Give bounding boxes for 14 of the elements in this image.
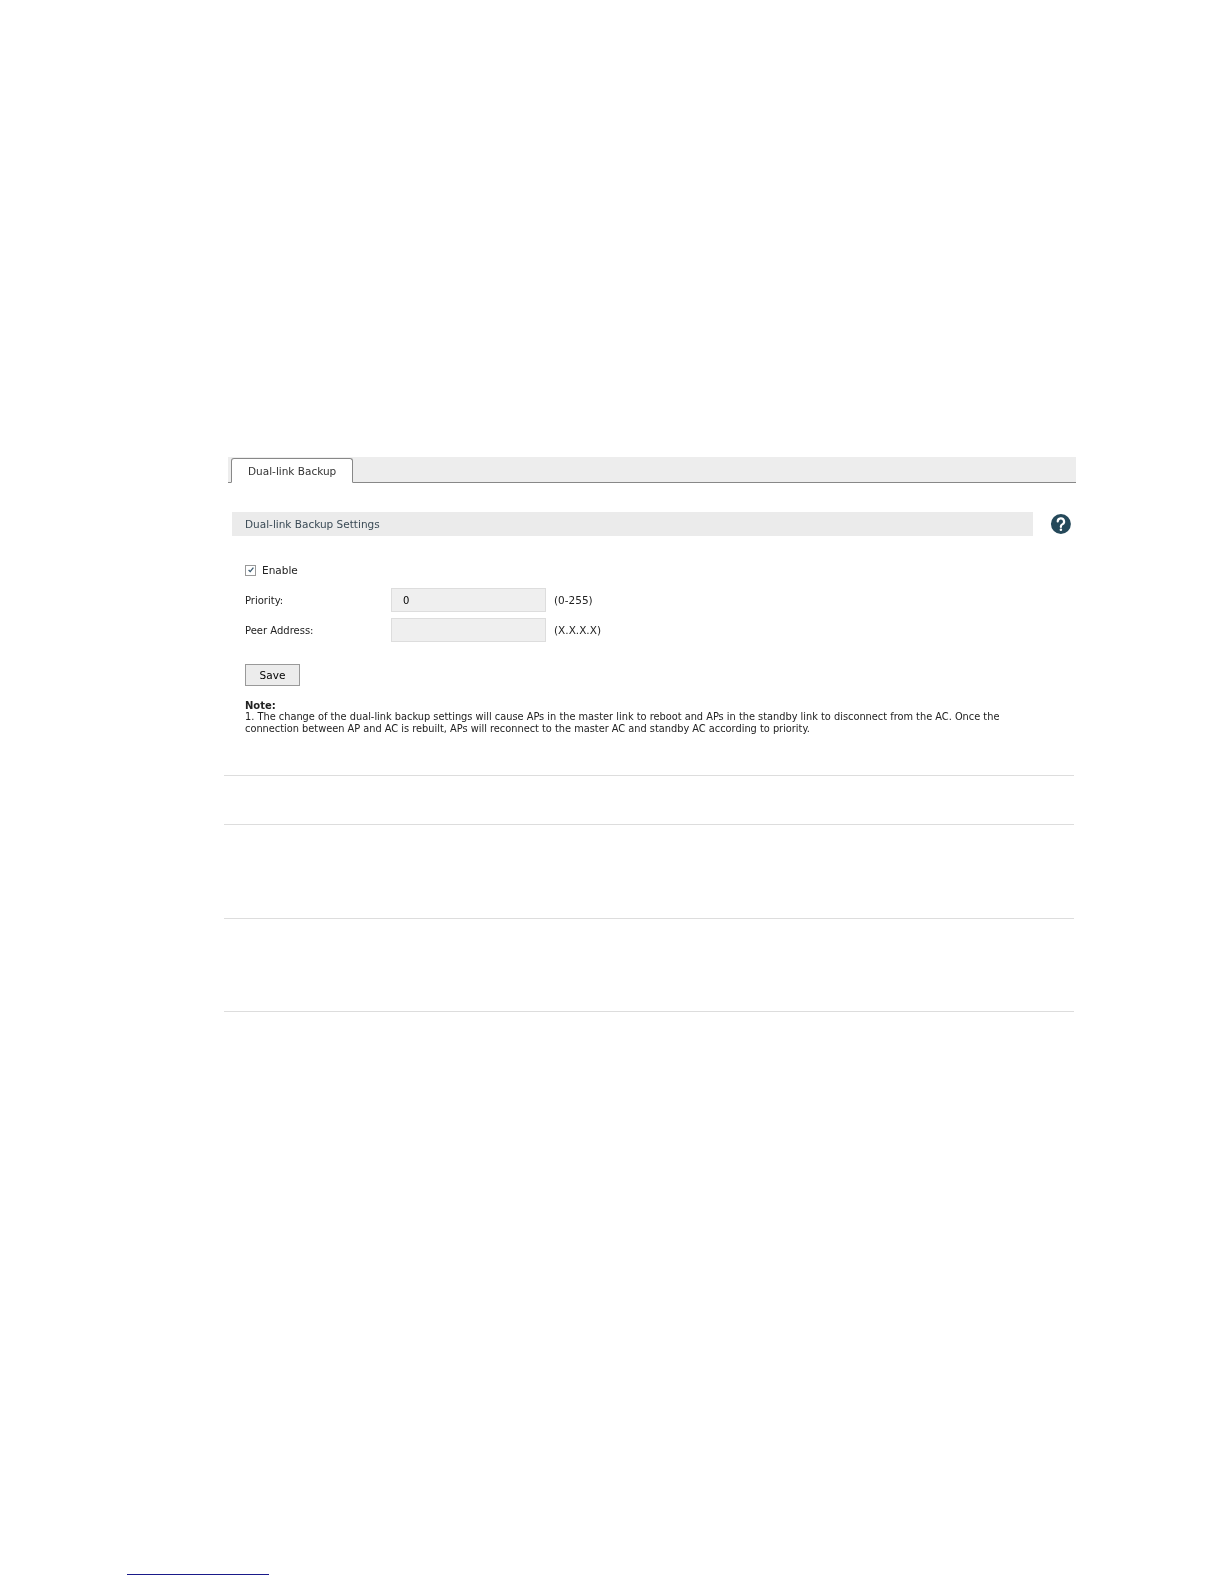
range-hint: (0-255) bbox=[554, 594, 593, 606]
input-field[interactable]: 0 bbox=[391, 588, 546, 612]
field-label: Peer Address: bbox=[245, 624, 315, 636]
input-field[interactable] bbox=[391, 618, 546, 642]
field-label: Priority: bbox=[245, 594, 285, 606]
note-text: 1. The change of the dual-link backup settings will cause APs in the master link to reboot and APs in the standby link to disconnect from the AC. Once the connection between AP and AC is rebuilt, APs will reconnect to the master AC and standby AC according to priority. bbox=[245, 711, 1001, 735]
note-title: Note: bbox=[245, 700, 277, 711]
enable-checkbox[interactable] bbox=[245, 564, 256, 576]
help-icon[interactable] bbox=[1050, 513, 1072, 535]
tab[interactable]: Dual-link Backup bbox=[231, 458, 354, 483]
range-hint: (X.X.X.X) bbox=[554, 624, 601, 636]
save-button[interactable]: Save bbox=[245, 664, 300, 686]
enable-label: Enable bbox=[262, 564, 298, 576]
section-title: Dual-link Backup Settings bbox=[245, 518, 380, 530]
